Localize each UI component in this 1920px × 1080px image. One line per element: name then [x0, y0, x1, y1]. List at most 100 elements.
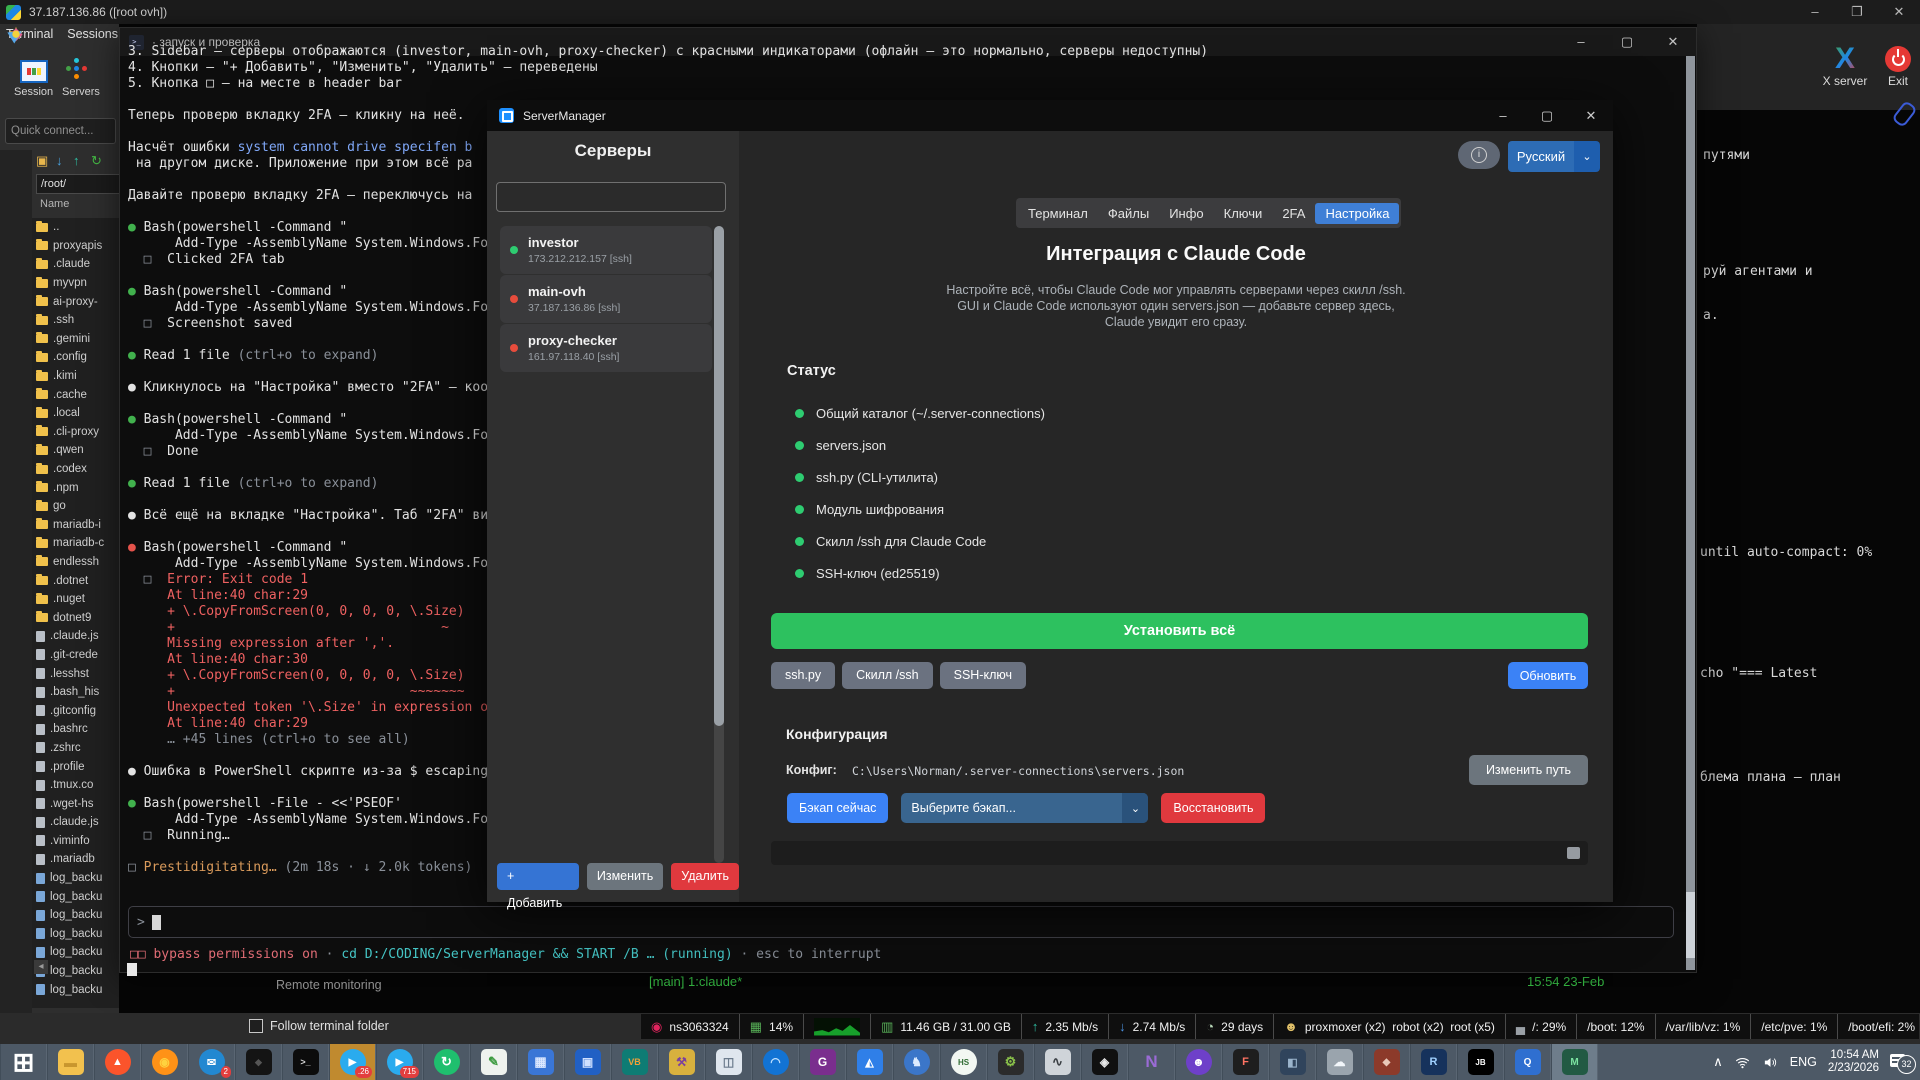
taskbar-app-button[interactable]: ⊞ — [0, 1044, 47, 1080]
file-tree-item[interactable]: .qwen — [32, 441, 119, 460]
file-tree-item[interactable]: .cache — [32, 385, 119, 404]
file-tree-item[interactable]: .mariadb — [32, 850, 119, 869]
taskbar-app-button[interactable]: ∿ — [1034, 1044, 1081, 1080]
file-tree-item[interactable]: .. — [32, 218, 119, 237]
close-icon[interactable]: ✕ — [1569, 100, 1613, 131]
file-tree-item[interactable]: .cli-proxy — [32, 423, 119, 442]
quick-connect-input[interactable]: Quick connect... — [5, 118, 116, 144]
download-icon[interactable]: ↓ — [56, 152, 63, 170]
file-tree-item[interactable]: .bashrc — [32, 720, 119, 739]
backup-now-button[interactable]: Бэкап сейчас — [787, 793, 888, 823]
install-all-button[interactable]: Установить всё — [771, 613, 1588, 649]
scrollbar-thumb[interactable] — [714, 226, 724, 726]
servers-icon[interactable] — [74, 66, 79, 71]
file-tree-item[interactable]: .lesshst — [32, 664, 119, 683]
file-tree-item[interactable]: .profile — [32, 757, 119, 776]
file-tree-item[interactable]: mariadb-c — [32, 534, 119, 553]
file-tree-item[interactable]: .kimi — [32, 367, 119, 386]
tab[interactable]: Терминал — [1018, 203, 1098, 224]
file-tree-item[interactable]: .gemini — [32, 330, 119, 349]
taskbar-app-button[interactable]: ▶ 715 — [376, 1044, 423, 1080]
tab[interactable]: Ключи — [1214, 203, 1273, 224]
file-tree-item[interactable]: log_backu — [32, 869, 119, 888]
speaker-icon[interactable] — [1762, 1055, 1779, 1070]
taskbar-app-button[interactable]: N — [1128, 1044, 1175, 1080]
tab[interactable]: Инфо — [1159, 203, 1213, 224]
taskbar-app-button[interactable]: ◧ — [1269, 1044, 1316, 1080]
language-select[interactable]: Русский ⌄ — [1508, 141, 1600, 172]
taskbar-app-button[interactable]: ◫ — [705, 1044, 752, 1080]
tray-expand-icon[interactable]: ∧ — [1713, 1054, 1723, 1070]
follow-terminal-folder-checkbox[interactable]: Follow terminal folder — [249, 1019, 389, 1033]
taskbar-app-button[interactable]: >_ — [282, 1044, 329, 1080]
taskbar-app-button[interactable]: ◭ — [846, 1044, 893, 1080]
minimize-icon[interactable]: – — [1481, 100, 1525, 131]
file-tree-item[interactable]: .claude.js — [32, 627, 119, 646]
taskbar-app-button[interactable]: ☻ — [1175, 1044, 1222, 1080]
taskbar-app-button[interactable]: ⚙ — [987, 1044, 1034, 1080]
restore-button[interactable]: Восстановить — [1161, 793, 1265, 823]
file-tree-item[interactable]: .nuget — [32, 590, 119, 609]
path-input[interactable]: /root/ — [36, 174, 119, 194]
server-list-item[interactable]: main-ovh 37.187.136.86 [ssh] — [500, 275, 712, 323]
server-action-button[interactable]: Изменить — [587, 863, 663, 890]
restore-icon[interactable]: ❐ — [1836, 4, 1878, 20]
file-tree-item[interactable]: dotnet9 — [32, 608, 119, 627]
component-install-button[interactable]: Скилл /ssh — [842, 662, 932, 689]
server-list-scrollbar[interactable] — [714, 226, 724, 863]
tray-clock[interactable]: 10:54 AM 2/23/2026 — [1828, 1049, 1879, 1075]
file-tree-item[interactable]: .claude.js — [32, 813, 119, 832]
taskbar-app-button[interactable]: ◈ — [1081, 1044, 1128, 1080]
taskbar-app-button[interactable]: ▶ .26 — [329, 1044, 376, 1080]
file-tree-item[interactable]: .bash_his — [32, 683, 119, 702]
file-tree-item[interactable]: .config — [32, 348, 119, 367]
server-action-button[interactable]: + Добавить — [497, 863, 579, 890]
scrollbar[interactable] — [1686, 56, 1695, 970]
scrollbar-thumb[interactable] — [1686, 892, 1695, 958]
remote-monitoring-label[interactable]: Remote monitoring — [276, 978, 382, 992]
files-column-header[interactable]: Name — [40, 198, 69, 210]
refresh-button[interactable]: Обновить — [1508, 662, 1588, 689]
hscroll-left-arrow[interactable]: ◂ — [34, 960, 48, 974]
file-tree-item[interactable]: .wget-hs — [32, 794, 119, 813]
file-tree-item[interactable]: .npm — [32, 478, 119, 497]
taskbar-app-button[interactable]: ◆ — [1363, 1044, 1410, 1080]
taskbar-app-button[interactable]: HS — [940, 1044, 987, 1080]
refresh-icon[interactable]: ↻ — [91, 152, 102, 170]
exit-button[interactable]: Exit — [1881, 44, 1915, 88]
taskbar-app-button[interactable]: ♞ — [893, 1044, 940, 1080]
taskbar-app-button[interactable]: ↻ — [423, 1044, 470, 1080]
file-tree-item[interactable]: proxyapis — [32, 237, 119, 256]
backup-select[interactable]: Выберите бэкап... ⌄ — [901, 793, 1148, 823]
checkbox-icon[interactable] — [249, 1019, 263, 1033]
file-tree-item[interactable]: .claude — [32, 255, 119, 274]
taskbar-app-button[interactable]: F — [1222, 1044, 1269, 1080]
taskbar-app-button[interactable]: ▬ — [47, 1044, 94, 1080]
x-server-button[interactable]: X X server — [1815, 44, 1875, 88]
file-tree-item[interactable]: .gitconfig — [32, 701, 119, 720]
taskbar-app-button[interactable]: M — [1551, 1044, 1598, 1080]
taskbar-app-button[interactable]: ◆ — [235, 1044, 282, 1080]
taskbar-app-button[interactable]: ◉ — [141, 1044, 188, 1080]
session-icon[interactable] — [20, 60, 48, 83]
file-tree-item[interactable]: .local — [32, 404, 119, 423]
tab[interactable]: Настройка — [1315, 203, 1399, 224]
file-tree-item[interactable]: .ssh — [32, 311, 119, 330]
server-search-input[interactable] — [496, 182, 726, 212]
tab[interactable]: Файлы — [1098, 203, 1159, 224]
file-tree-item[interactable]: ai-proxy- — [32, 292, 119, 311]
close-icon[interactable]: ✕ — [1878, 4, 1920, 20]
servers-button-label[interactable]: Servers — [62, 86, 100, 98]
file-tree-item[interactable]: log_backu — [32, 943, 119, 962]
file-tree-item[interactable]: mariadb-i — [32, 516, 119, 535]
scrollbar-thumb[interactable] — [1567, 847, 1580, 859]
file-tree-item[interactable]: log_backu — [32, 906, 119, 925]
server-list-item[interactable]: investor 173.212.212.157 [ssh] — [500, 226, 712, 274]
component-install-button[interactable]: SSH-ключ — [940, 662, 1026, 689]
file-tree-item[interactable]: log_backu — [32, 887, 119, 906]
session-button-label[interactable]: Session — [14, 86, 53, 98]
file-tree-item[interactable]: endlessh — [32, 553, 119, 572]
server-list-item[interactable]: proxy-checker 161.97.118.40 [ssh] — [500, 324, 712, 372]
file-tree-item[interactable]: .codex — [32, 460, 119, 479]
menu-sessions[interactable]: Sessions — [67, 27, 118, 41]
